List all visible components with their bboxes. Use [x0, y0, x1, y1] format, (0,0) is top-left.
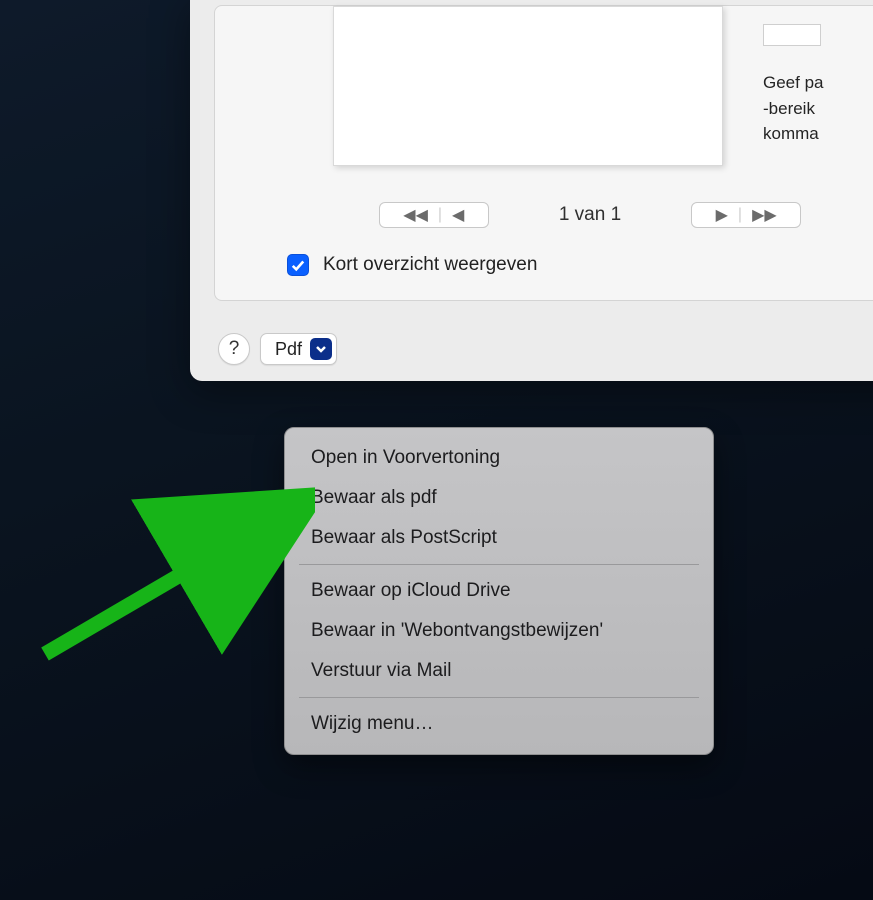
menu-item-save-pdf[interactable]: Bewaar als pdf: [285, 478, 713, 518]
dialog-footer: ? Pdf: [218, 329, 873, 365]
menu-separator: [299, 564, 699, 565]
short-overview-label: Kort overzicht weergeven: [323, 254, 537, 276]
menu-item-save-icloud[interactable]: Bewaar op iCloud Drive: [285, 571, 713, 611]
help-icon: ?: [229, 338, 240, 360]
hint-text: Geef pa -bereik komma: [763, 70, 824, 147]
back-icon: ◀: [452, 205, 464, 225]
chevron-down-icon: [310, 338, 332, 360]
menu-item-send-mail[interactable]: Verstuur via Mail: [285, 651, 713, 691]
menu-item-save-postscript[interactable]: Bewaar als PostScript: [285, 518, 713, 558]
forward-icon: ▶: [716, 205, 728, 225]
pdf-dropdown-button[interactable]: Pdf: [260, 333, 337, 365]
next-page-button[interactable]: ▶ | ▶▶: [691, 202, 801, 228]
prev-page-button[interactable]: ◀◀ | ◀: [379, 202, 489, 228]
pdf-button-label: Pdf: [275, 339, 302, 360]
menu-separator: [299, 697, 699, 698]
page-range-input[interactable]: [763, 24, 821, 46]
rewind-icon: ◀◀: [403, 205, 428, 225]
menu-item-save-webreceipts[interactable]: Bewaar in 'Webontvangstbewijzen': [285, 611, 713, 651]
check-icon: [291, 258, 305, 272]
print-dialog: Geef pa -bereik komma ◀◀ | ◀ 1 van 1 ▶ |…: [190, 0, 873, 381]
short-overview-checkbox[interactable]: [287, 254, 309, 276]
pdf-dropdown-menu: Open in Voorvertoning Bewaar als pdf Bew…: [284, 427, 714, 755]
fast-forward-icon: ▶▶: [752, 205, 777, 225]
preview-panel: Geef pa -bereik komma ◀◀ | ◀ 1 van 1 ▶ |…: [214, 5, 873, 301]
menu-item-edit-menu[interactable]: Wijzig menu…: [285, 704, 713, 744]
menu-item-open-preview[interactable]: Open in Voorvertoning: [285, 438, 713, 478]
page-nav: ◀◀ | ◀ 1 van 1 ▶ | ▶▶: [245, 202, 873, 228]
page-preview: [333, 6, 723, 166]
help-button[interactable]: ?: [218, 333, 250, 365]
page-indicator: 1 van 1: [559, 204, 621, 226]
annotation-arrow-icon: [15, 454, 315, 674]
options-side: Geef pa -bereik komma: [763, 6, 824, 147]
